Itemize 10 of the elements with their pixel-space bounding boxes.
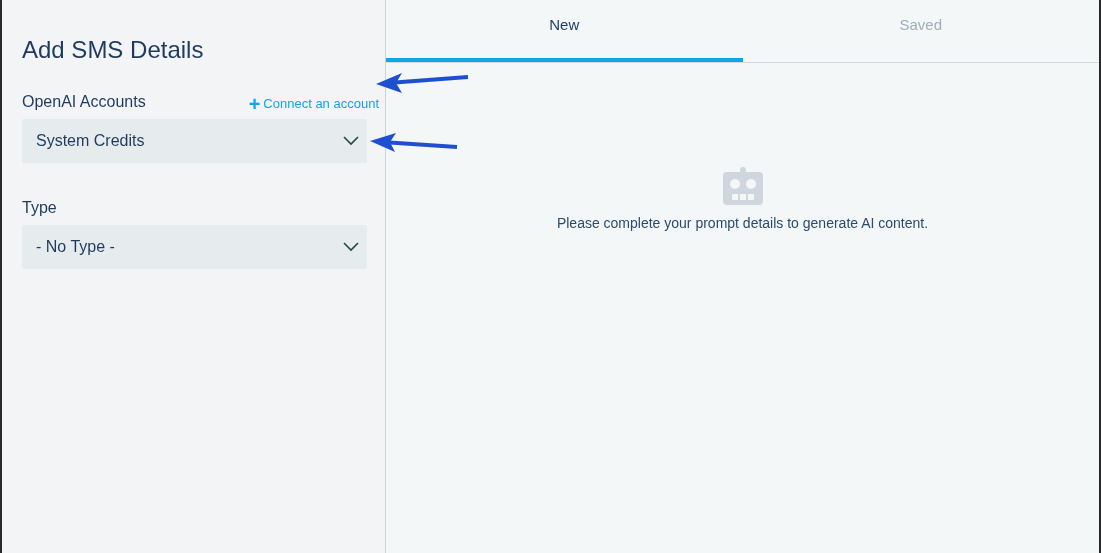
panel-title: Add SMS Details	[22, 35, 205, 65]
chevron-down-icon	[343, 136, 359, 146]
dropdown-field[interactable]: System Credits	[22, 119, 367, 163]
robot-icon	[721, 167, 764, 205]
dropdown-field[interactable]: - No Type -	[22, 225, 367, 269]
field-label: OpenAI Accounts	[22, 92, 146, 112]
chevron-down-icon	[343, 242, 359, 252]
empty-state-message: Please complete your prompt details to generate AI content.	[556, 214, 929, 233]
field-label: Type	[22, 198, 57, 218]
tab[interactable]: New	[386, 0, 743, 62]
